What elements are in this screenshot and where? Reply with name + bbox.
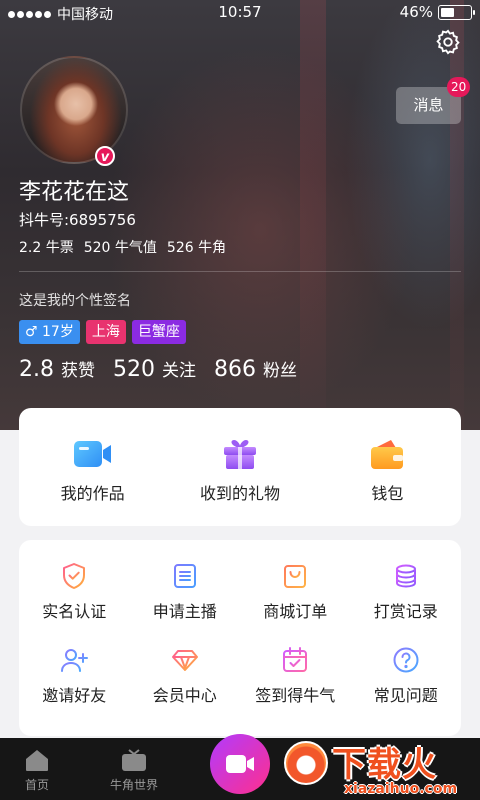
settings-gear-icon[interactable] <box>434 28 462 56</box>
gender-age-tag: ♂ 17岁 <box>19 320 80 344</box>
following-value: 520 <box>113 357 155 382</box>
likes-label: 获赞 <box>61 361 95 381</box>
battery-group: 46% <box>399 3 475 21</box>
add-user-icon <box>61 649 89 672</box>
messages-unread-badge: 20 <box>447 77 471 97</box>
watermark-url: xiazaihuo.com <box>344 781 458 797</box>
profile-name: 李花花在这 <box>19 180 130 205</box>
ticket-label: 牛票 <box>45 240 74 256</box>
document-list-icon <box>173 564 196 588</box>
diamond-icon <box>171 650 198 671</box>
profile-signature: 这是我的个性签名 <box>19 293 131 309</box>
energy-value: 520 <box>83 240 111 256</box>
energy-label: 牛气值 <box>114 240 157 256</box>
horn-value: 526 <box>166 240 194 256</box>
ticket-value: 2.2 <box>19 240 42 256</box>
watermark-logo-icon <box>284 741 328 785</box>
calendar-check-icon <box>283 647 308 672</box>
background-streak <box>300 0 326 430</box>
faq-label: 常见问题 <box>373 686 438 705</box>
watermark: 下载火 xiazaihuo.com <box>276 735 480 800</box>
received-gifts-label: 收到的礼物 <box>199 484 280 503</box>
question-circle-icon <box>393 647 419 673</box>
tab-home-label: 首页 <box>24 778 49 792</box>
verified-badge-icon: v <box>95 146 115 166</box>
gift-icon <box>223 440 256 469</box>
mall-orders-button[interactable]: 商城订单 <box>240 562 351 622</box>
wallet-button[interactable]: 钱包 <box>314 408 461 526</box>
checkin-button[interactable]: 签到得牛气 <box>240 646 351 706</box>
status-bar: 中国移动 10:57 46% <box>0 0 480 26</box>
video-camera-icon <box>226 755 254 773</box>
coin-stack-icon <box>395 564 416 588</box>
tab-world-label: 牛角世界 <box>110 778 159 792</box>
quick-actions-card: 我的作品 收到的礼物 钱包 <box>19 408 461 526</box>
watermark-text: 下载火 <box>332 745 437 785</box>
invite-friends-button[interactable]: 邀请好友 <box>19 646 130 706</box>
realname-verify-button[interactable]: 实名认证 <box>19 562 130 622</box>
mall-orders-label: 商城订单 <box>263 602 328 621</box>
profile-tags: ♂ 17岁 上海 巨蟹座 <box>19 320 186 344</box>
my-works-label: 我的作品 <box>60 484 125 503</box>
energy-stat: 520 牛气值 <box>84 237 157 257</box>
divider <box>19 271 461 272</box>
faq-button[interactable]: 常见问题 <box>351 646 462 706</box>
fans-label: 粉丝 <box>263 361 297 381</box>
my-works-button[interactable]: 我的作品 <box>19 408 166 526</box>
tip-records-label: 打赏记录 <box>373 602 438 621</box>
apply-host-label: 申请主播 <box>152 602 217 621</box>
invite-friends-label: 邀请好友 <box>42 686 107 705</box>
apply-host-button[interactable]: 申请主播 <box>130 562 241 622</box>
vip-center-label: 会员中心 <box>152 686 217 705</box>
services-card: 实名认证 申请主播 商城订单 打赏记录 邀请好友 会员中心 签到得牛气 常见问题 <box>19 540 461 736</box>
received-gifts-button[interactable]: 收到的礼物 <box>166 408 313 526</box>
following-stat[interactable]: 520 关注 <box>113 356 196 382</box>
horn-stat: 526 牛角 <box>167 237 226 257</box>
city-tag: 上海 <box>85 320 126 344</box>
fans-value: 866 <box>214 357 256 382</box>
likes-stat[interactable]: 2.8 获赞 <box>19 356 95 382</box>
fans-stat[interactable]: 866 粉丝 <box>214 356 297 382</box>
tip-records-button[interactable]: 打赏记录 <box>351 562 462 622</box>
tab-world[interactable]: 牛角世界 <box>110 748 158 793</box>
battery-percent: 46% <box>399 3 433 21</box>
horn-label: 牛角 <box>198 240 227 256</box>
home-icon <box>26 750 48 771</box>
background-streak <box>450 0 464 430</box>
wallet-label: 钱包 <box>371 484 404 503</box>
shopping-bag-icon <box>284 565 307 588</box>
following-label: 关注 <box>162 361 196 381</box>
battery-icon <box>438 4 475 20</box>
tv-icon <box>122 749 146 771</box>
wallet-icon <box>371 440 404 469</box>
video-camera-icon <box>73 441 111 467</box>
checkin-label: 签到得牛气 <box>255 686 336 705</box>
start-live-button[interactable] <box>210 734 270 794</box>
ticket-stat: 2.2 牛票 <box>19 237 74 257</box>
asset-stats: 2.2 牛票 520 牛气值 526 牛角 <box>19 237 226 257</box>
social-stats: 2.8 获赞 520 关注 866 粉丝 <box>19 356 297 382</box>
profile-id: 抖牛号:6895756 <box>19 211 136 229</box>
shield-check-icon <box>63 563 86 589</box>
realname-verify-label: 实名认证 <box>42 602 107 621</box>
likes-value: 2.8 <box>19 357 54 382</box>
tab-home[interactable]: 首页 <box>24 748 50 793</box>
zodiac-tag: 巨蟹座 <box>131 320 186 344</box>
vip-center-button[interactable]: 会员中心 <box>130 646 241 706</box>
